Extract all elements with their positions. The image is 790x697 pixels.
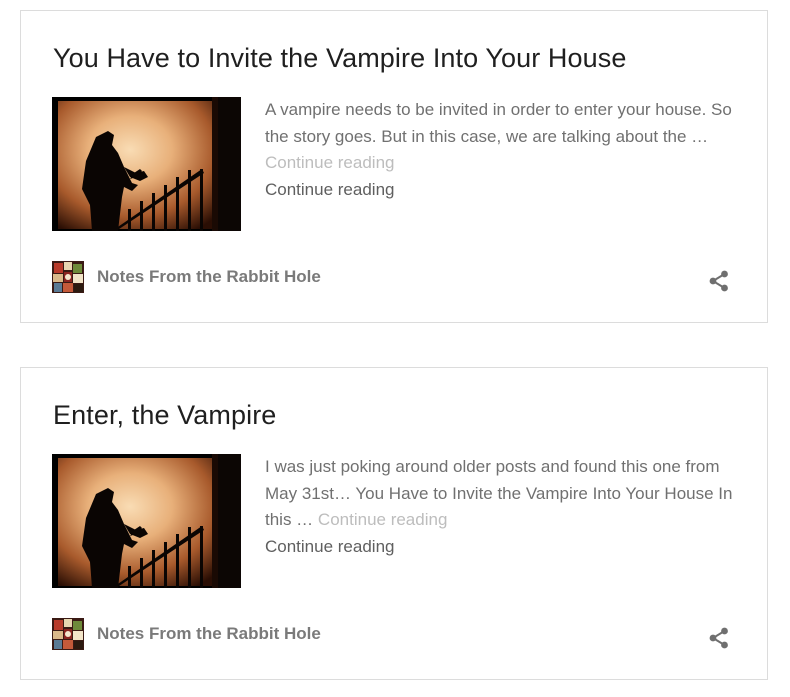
continue-reading-link[interactable]: Continue reading (265, 534, 394, 561)
author-name: Notes From the Rabbit Hole (97, 267, 321, 286)
post-card: You Have to Invite the Vampire Into Your… (20, 10, 768, 323)
continue-reading-link[interactable]: Continue reading (265, 177, 394, 204)
avatar (52, 618, 84, 650)
share-icon[interactable] (707, 626, 731, 650)
post-excerpt: I was just poking around older posts and… (265, 454, 755, 560)
continue-reading-faded[interactable]: Continue reading (265, 153, 394, 172)
post-thumbnail[interactable] (52, 454, 241, 588)
author-name: Notes From the Rabbit Hole (97, 624, 321, 643)
share-icon[interactable] (707, 269, 731, 293)
continue-reading-faded[interactable]: Continue reading (318, 510, 447, 529)
post-author[interactable]: Notes From the Rabbit Hole (52, 261, 321, 293)
post-author[interactable]: Notes From the Rabbit Hole (52, 618, 321, 650)
post-thumbnail[interactable] (52, 97, 241, 231)
post-title[interactable]: You Have to Invite the Vampire Into Your… (53, 43, 626, 74)
post-title[interactable]: Enter, the Vampire (53, 400, 276, 431)
avatar (52, 261, 84, 293)
post-card: Enter, the Vampire I was just poking aro… (20, 367, 768, 680)
post-excerpt: A vampire needs to be invited in order t… (265, 97, 755, 203)
excerpt-text: A vampire needs to be invited in order t… (265, 100, 732, 146)
